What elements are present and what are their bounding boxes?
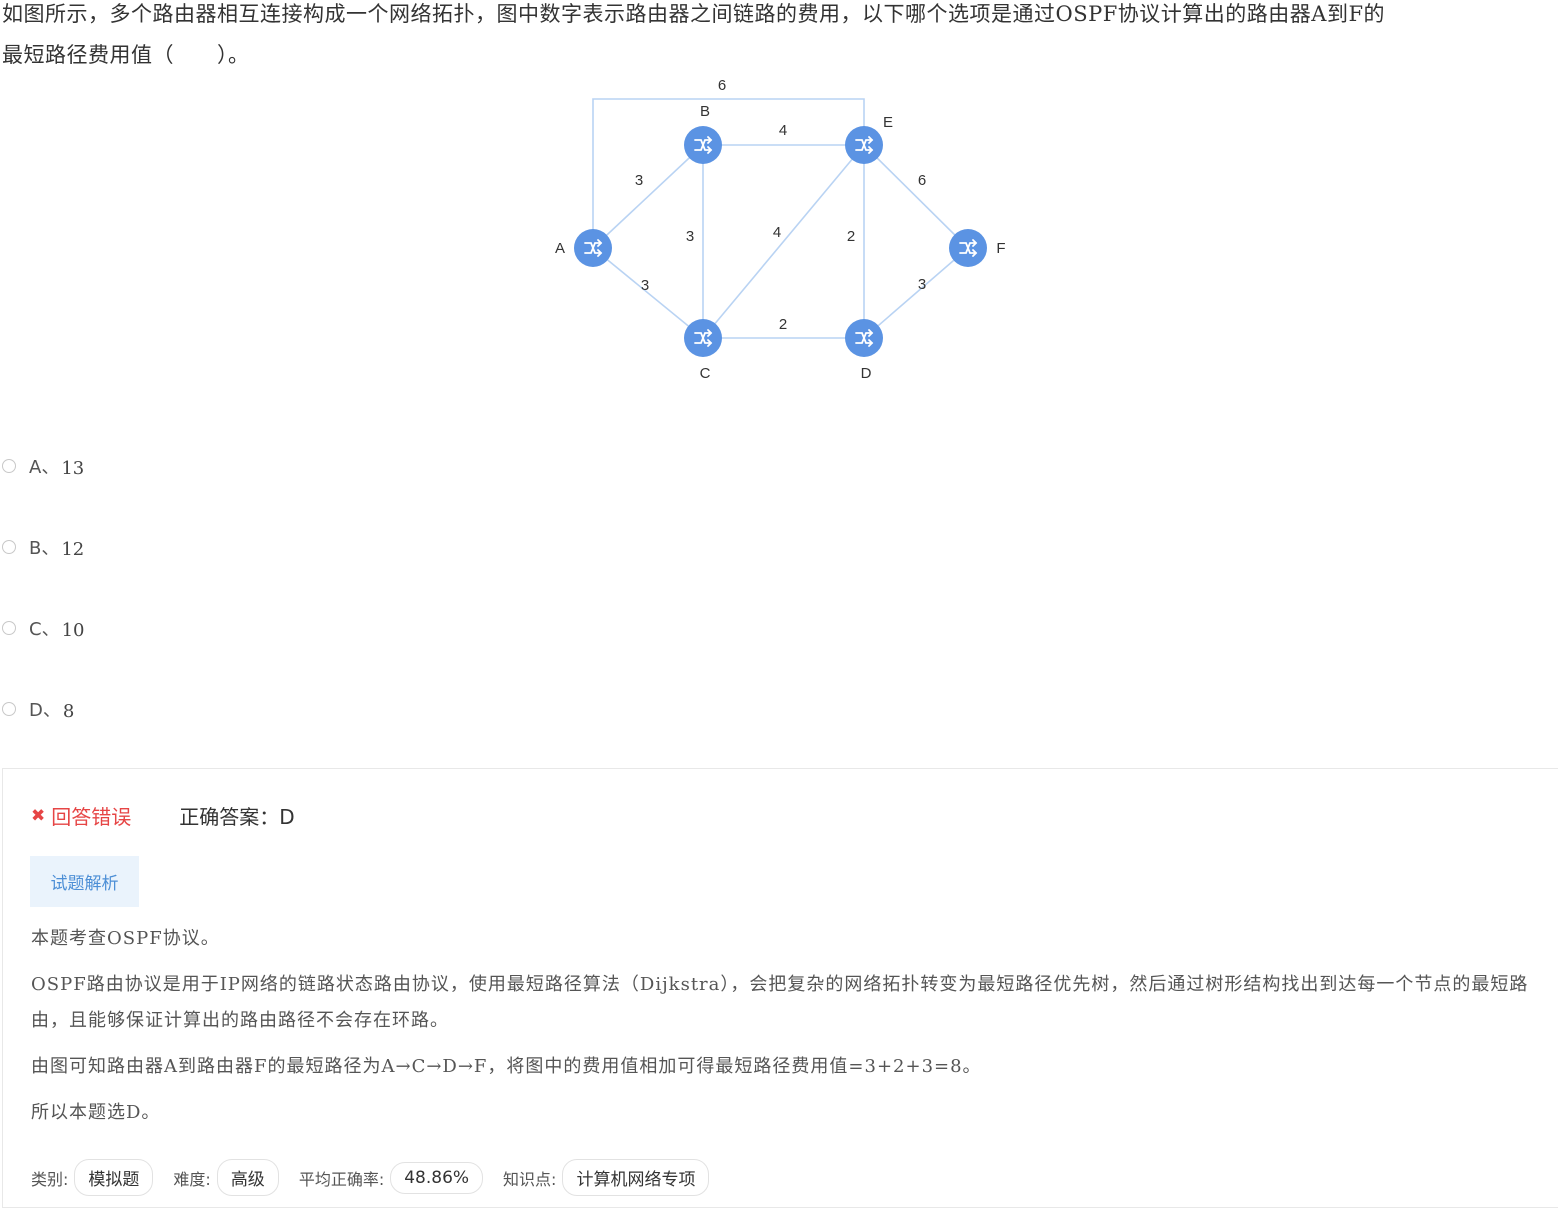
router-label-c: C — [700, 365, 711, 382]
cost-label-cd: 2 — [779, 316, 787, 333]
question-text: 如图所示，多个路由器相互连接构成一个网络拓扑，图中数字表示路由器之间链路的费用，… — [2, 0, 1558, 76]
option-letter: C、 — [29, 619, 60, 640]
radio-button[interactable] — [2, 621, 16, 635]
meta-topic-label: 知识点: — [503, 1169, 557, 1189]
question-meta: 类别: 模拟题 难度: 高级 平均正确率: 48.86% 知识点: 计算机网络专… — [31, 1159, 729, 1196]
radio-button[interactable] — [2, 459, 16, 473]
cost-label-bc: 3 — [686, 228, 694, 245]
meta-accuracy-label: 平均正确率: — [298, 1169, 385, 1189]
cost-label-ed: 2 — [847, 228, 855, 245]
meta-difficulty-badge: 高级 — [216, 1159, 279, 1196]
router-label-e: E — [883, 114, 893, 131]
result-status: ✖ 回答错误 正确答案：D — [31, 801, 295, 830]
router-d: D — [845, 319, 883, 382]
option-value: 12 — [61, 538, 85, 560]
radio-button[interactable] — [2, 540, 16, 554]
cost-label-ac: 3 — [641, 277, 649, 294]
link-d-f — [863, 247, 969, 339]
router-label-f: F — [996, 240, 1005, 257]
router-f: F — [949, 229, 1006, 267]
option-b[interactable]: B、 12 — [2, 532, 84, 562]
meta-category-label: 类别: — [31, 1169, 69, 1189]
explanation-paragraph: 由图可知路由器A到路由器F的最短路径为A→C→D→F，将图中的费用值相加可得最短… — [31, 1056, 982, 1077]
correct-answer-label: 正确答案：D — [179, 805, 295, 829]
explanation-paragraph: OSPF路由协议是用于IP网络的链路状态路由协议，使用最短路径算法（Dijkst… — [31, 974, 1529, 1031]
wrong-icon: ✖ — [31, 805, 46, 826]
option-a[interactable]: A、 13 — [2, 451, 84, 481]
tab-explanation[interactable]: 试题解析 — [30, 856, 139, 907]
cost-label-df: 3 — [918, 276, 926, 293]
wrong-answer-label: 回答错误 — [51, 805, 132, 829]
option-letter: B、 — [29, 538, 60, 559]
option-c[interactable]: C、 10 — [2, 613, 84, 643]
cost-label-ab: 3 — [635, 172, 643, 189]
router-label-d: D — [861, 365, 872, 382]
link-e-f — [863, 144, 969, 249]
option-d[interactable]: D、 8 — [2, 694, 74, 724]
cost-label-be: 4 — [779, 122, 787, 139]
question-line-2: 最短路径费用值（ ）。 — [2, 43, 250, 67]
cost-label-ae: 6 — [718, 77, 726, 94]
router-c: C — [684, 319, 722, 382]
router-a: A — [555, 229, 612, 267]
explanation-paragraph: 所以本题选D。 — [31, 1102, 161, 1123]
router-label-b: B — [700, 103, 710, 120]
network-topology-diagram: 6 3 3 4 3 4 2 2 6 3 A B E F C D — [555, 77, 1006, 382]
explanation-paragraph: 本题考查OSPF协议。 — [31, 928, 220, 949]
radio-button[interactable] — [2, 702, 16, 716]
meta-topic-badge: 计算机网络专项 — [562, 1159, 710, 1196]
option-value: 13 — [61, 457, 85, 479]
cost-label-ce: 4 — [773, 224, 781, 241]
meta-accuracy-badge: 48.86% — [390, 1161, 484, 1194]
meta-difficulty-label: 难度: — [173, 1169, 211, 1189]
question-line-1: 如图所示，多个路由器相互连接构成一个网络拓扑，图中数字表示路由器之间链路的费用，… — [2, 2, 1386, 26]
option-letter: A、 — [29, 457, 60, 478]
meta-category-badge: 模拟题 — [74, 1159, 154, 1196]
router-e: E — [845, 114, 893, 164]
cost-label-ef: 6 — [918, 172, 926, 189]
link-c-e — [702, 144, 865, 339]
option-value: 8 — [62, 700, 75, 722]
option-value: 10 — [61, 619, 85, 641]
result-panel: ✖ 回答错误 正确答案：D 试题解析 本题考查OSPF协议。 OSPF路由协议是… — [2, 768, 1558, 1208]
option-letter: D、 — [29, 700, 61, 721]
router-label-a: A — [555, 240, 565, 257]
link-a-e-top — [592, 98, 865, 248]
router-b: B — [684, 103, 722, 164]
